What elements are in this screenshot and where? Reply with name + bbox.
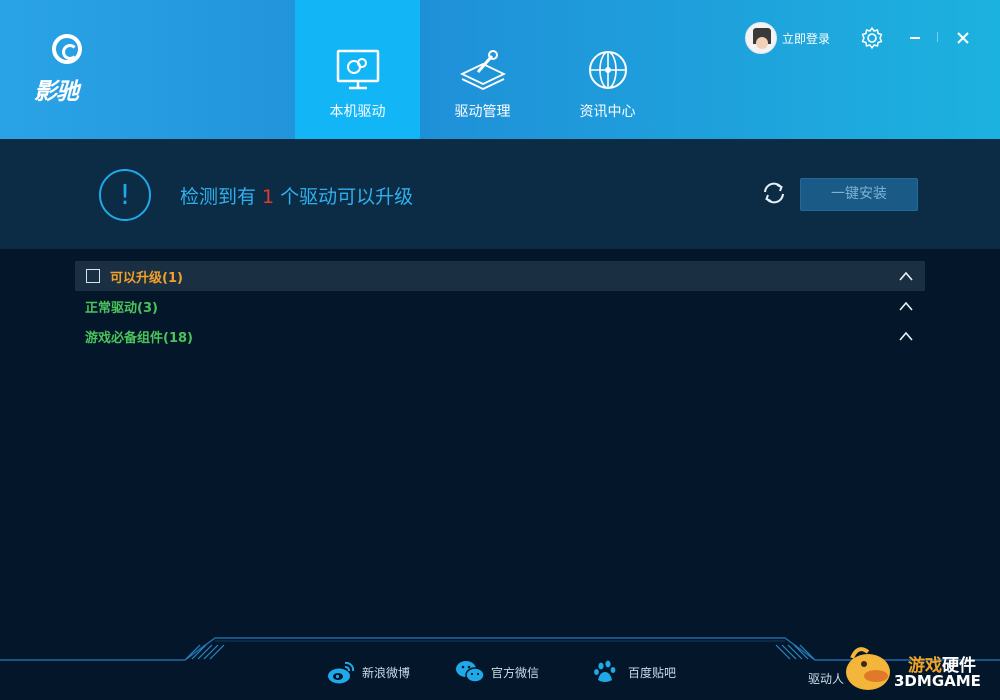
weibo-label: 新浪微博 xyxy=(362,665,411,680)
site-watermark: 游戏硬件 3DMGAME xyxy=(838,636,998,696)
group-game-components[interactable]: 游戏必备组件(18) xyxy=(75,321,925,351)
close-icon xyxy=(957,32,969,44)
chevron-up-icon[interactable] xyxy=(899,330,913,342)
status-count: 1 xyxy=(262,186,275,208)
driver-group-list: 可以升级(1) 正常驱动(3) 游戏必备组件(18) xyxy=(75,261,925,351)
baidu-paw-icon xyxy=(594,660,616,682)
main-tabs: 本机驱动 驱动管理 资讯中心 xyxy=(295,0,670,139)
monitor-icon xyxy=(336,49,380,90)
logo-text: 影驰 xyxy=(34,79,79,105)
tab-label: 本机驱动 xyxy=(329,104,386,120)
refresh-button[interactable] xyxy=(760,179,788,207)
wrench-board-icon xyxy=(460,50,506,90)
status-prefix: 检测到有 xyxy=(180,186,257,208)
gear-icon xyxy=(861,27,883,49)
group-label: 可以升级(1) xyxy=(110,270,183,286)
refresh-icon xyxy=(764,182,784,204)
weibo-link[interactable]: 新浪微博 xyxy=(326,657,410,687)
tab-driver-management[interactable]: 驱动管理 xyxy=(420,0,545,139)
window-separator xyxy=(937,32,938,42)
group-normal[interactable]: 正常驱动(3) xyxy=(75,291,925,321)
exclamation-icon: ! xyxy=(99,169,151,221)
status-banner: ! 检测到有 1 个驱动可以升级 一键安装 xyxy=(0,139,1000,249)
globe-icon xyxy=(589,51,627,89)
tab-label: 驱动管理 xyxy=(454,104,511,120)
app-logo: 影驰 xyxy=(30,34,110,105)
login-label: 立即登录 xyxy=(782,31,831,46)
group-label: 游戏必备组件(18) xyxy=(85,330,193,346)
avatar xyxy=(745,22,777,54)
minimize-icon xyxy=(910,37,920,39)
tab-info-center[interactable]: 资讯中心 xyxy=(545,0,670,139)
wechat-label: 官方微信 xyxy=(491,665,540,680)
close-button[interactable] xyxy=(949,24,977,52)
watermark-brand: 3DMGAME xyxy=(894,672,981,690)
minimize-button[interactable] xyxy=(902,24,930,52)
weibo-icon xyxy=(328,661,355,684)
wechat-link[interactable]: 官方微信 xyxy=(455,657,539,687)
status-message: 检测到有 1 个驱动可以升级 xyxy=(180,182,413,209)
tab-local-drivers[interactable]: 本机驱动 xyxy=(295,0,420,139)
login-link[interactable]: 立即登录 xyxy=(745,22,830,54)
group-label: 正常驱动(3) xyxy=(85,300,158,316)
wechat-icon xyxy=(456,661,485,683)
settings-button[interactable] xyxy=(858,24,886,52)
tab-label: 资讯中心 xyxy=(579,104,636,120)
select-all-checkbox[interactable] xyxy=(86,269,100,283)
baidu-tieba-label: 百度贴吧 xyxy=(628,665,677,680)
baidu-tieba-link[interactable]: 百度贴吧 xyxy=(592,657,676,687)
logo-mark-icon xyxy=(52,34,82,64)
chevron-up-icon[interactable] xyxy=(899,300,913,312)
group-upgradable[interactable]: 可以升级(1) xyxy=(75,261,925,291)
one-click-install-button[interactable]: 一键安装 xyxy=(800,178,918,211)
status-suffix: 个驱动可以升级 xyxy=(280,186,414,208)
app-header: 影驰 本机驱动 驱动管理 资讯中心 立即登录 xyxy=(0,0,1000,139)
chevron-up-icon[interactable] xyxy=(899,270,913,282)
